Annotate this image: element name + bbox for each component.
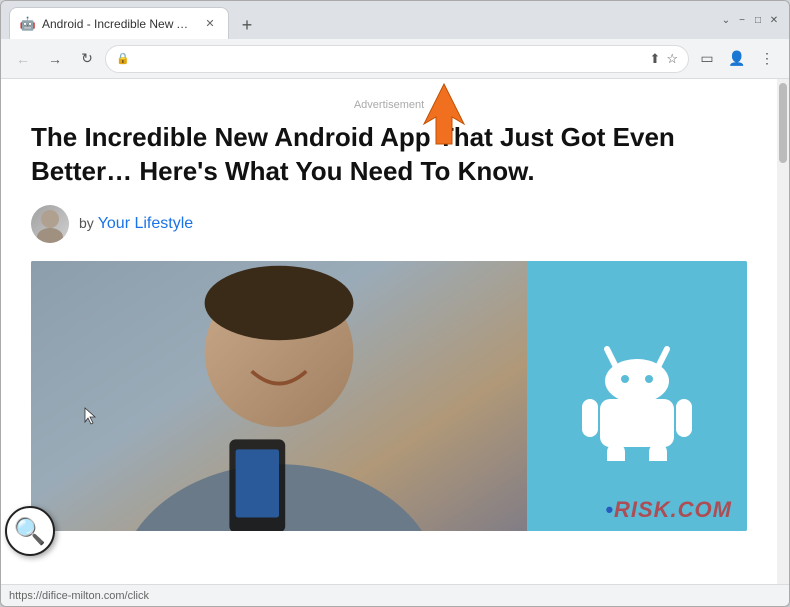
mouse-cursor xyxy=(81,406,101,431)
scrollbar-thumb[interactable] xyxy=(779,83,787,163)
author-text: by Your Lifestyle xyxy=(79,215,193,233)
article-image-left xyxy=(31,261,527,531)
back-button[interactable]: ← xyxy=(9,45,37,73)
new-tab-button[interactable]: + xyxy=(233,11,261,39)
tab-title-text: Android - Incredible New App - xyxy=(42,17,196,31)
advertisement-label: Advertisement xyxy=(31,99,747,111)
share-icon[interactable]: ⬆ xyxy=(649,51,660,67)
title-bar: 🤖 Android - Incredible New App - ✕ + ⌄ −… xyxy=(1,1,789,39)
search-popup-icon[interactable]: 🔍 xyxy=(5,506,55,556)
browser-window: 🤖 Android - Incredible New App - ✕ + ⌄ −… xyxy=(0,0,790,607)
article-image: •RISK.COM xyxy=(31,261,747,531)
more-menu-button[interactable]: ⋮ xyxy=(753,45,781,73)
maximize-button[interactable]: □ xyxy=(751,13,765,27)
active-tab[interactable]: 🤖 Android - Incredible New App - ✕ xyxy=(9,7,229,39)
author-row: by Your Lifestyle xyxy=(31,205,747,243)
collapse-button[interactable]: ⌄ xyxy=(719,13,733,27)
forward-button[interactable]: → xyxy=(41,45,69,73)
close-button[interactable]: ✕ xyxy=(767,13,781,27)
article-title: The Incredible New Android App That Just… xyxy=(31,121,747,189)
tab-bar: 🤖 Android - Incredible New App - ✕ + xyxy=(9,1,711,39)
article-image-right xyxy=(527,261,747,531)
author-link[interactable]: Your Lifestyle xyxy=(98,215,193,232)
toolbar-right-buttons: ▭ 👤 ⋮ xyxy=(693,45,781,73)
minimize-button[interactable]: − xyxy=(735,13,749,27)
window-controls: ⌄ − □ ✕ xyxy=(719,13,781,27)
status-bar: https://difice-milton.com/click xyxy=(1,584,789,606)
account-button[interactable]: 👤 xyxy=(723,45,751,73)
navigation-toolbar: ← → ↻ 🔒 ⬆ ☆ ▭ 👤 ⋮ xyxy=(1,39,789,79)
refresh-button[interactable]: ↻ xyxy=(73,45,101,73)
tab-favicon: 🤖 xyxy=(20,16,36,32)
author-avatar-image xyxy=(31,205,69,243)
content-area: Advertisement The Incredible New Android… xyxy=(1,79,789,584)
status-url: https://difice-milton.com/click xyxy=(9,590,149,602)
tab-close-button[interactable]: ✕ xyxy=(202,16,218,32)
author-avatar xyxy=(31,205,69,243)
cast-button[interactable]: ▭ xyxy=(693,45,721,73)
address-bar[interactable]: 🔒 ⬆ ☆ xyxy=(105,45,689,73)
page-content: Advertisement The Incredible New Android… xyxy=(1,79,777,584)
author-prefix: by xyxy=(79,215,98,231)
lock-icon: 🔒 xyxy=(116,52,130,65)
bookmark-icon[interactable]: ☆ xyxy=(666,51,678,67)
scrollbar[interactable] xyxy=(777,79,789,584)
